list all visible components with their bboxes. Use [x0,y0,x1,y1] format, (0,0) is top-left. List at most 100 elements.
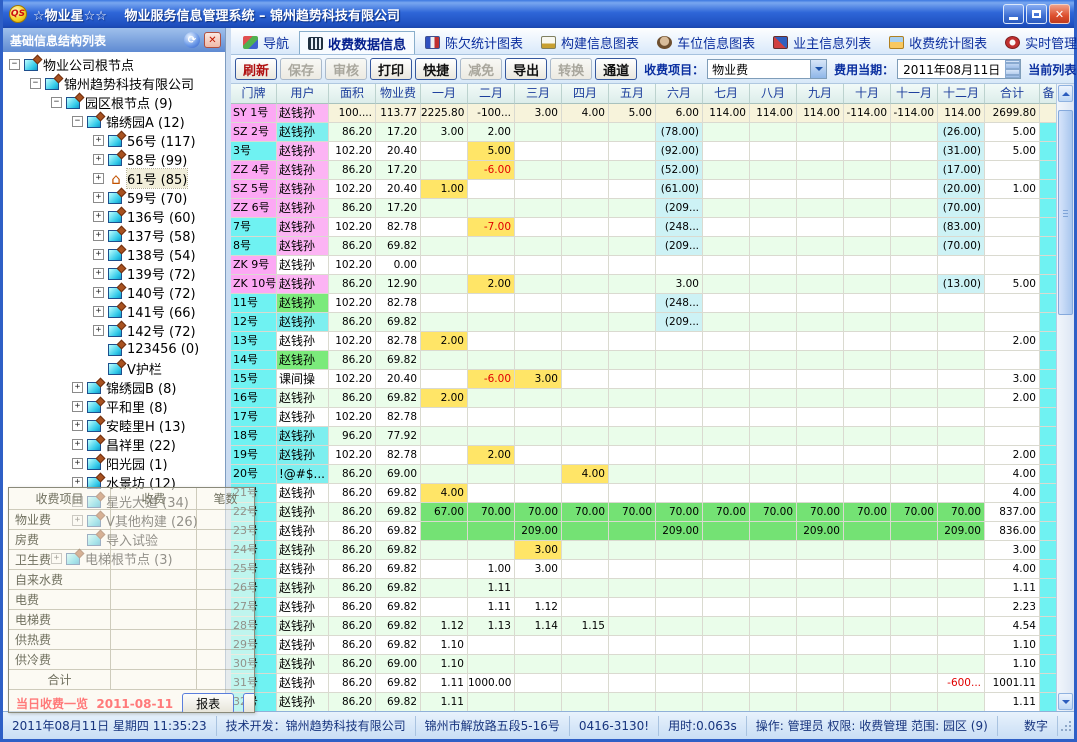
month-4-cell[interactable] [562,370,609,389]
maximize-button[interactable] [1026,4,1047,24]
month-1-cell[interactable]: 1.10 [421,655,468,674]
month-9-cell[interactable] [797,655,844,674]
month-8-cell[interactable] [750,123,797,142]
month-7-cell[interactable] [703,522,750,541]
month-11-cell[interactable] [891,427,938,446]
plate-cell[interactable]: SZ 5号 [231,180,277,199]
month-1-cell[interactable] [421,465,468,484]
month-3-cell[interactable] [515,313,562,332]
column-header-六月[interactable]: 六月 [656,84,703,104]
month-8-cell[interactable] [750,370,797,389]
remark-cell[interactable] [1040,617,1056,636]
month-12-cell[interactable] [938,560,985,579]
area-cell[interactable]: 86.20 [329,503,376,522]
month-5-cell[interactable] [609,522,656,541]
month-11-cell[interactable] [891,294,938,313]
month-4-cell[interactable]: 70.00 [562,503,609,522]
month-5-cell[interactable] [609,370,656,389]
month-5-cell[interactable] [609,123,656,142]
month-9-cell[interactable] [797,370,844,389]
month-1-cell[interactable]: 2.00 [421,332,468,351]
month-10-cell[interactable] [844,655,891,674]
total-cell[interactable] [985,408,1040,427]
month-7-cell[interactable] [703,389,750,408]
month-8-cell[interactable] [750,465,797,484]
tree-item[interactable]: +⌂61号 (85) [3,169,225,188]
month-12-cell[interactable]: (26.00) [938,123,985,142]
month-6-cell[interactable] [656,484,703,503]
total-cell[interactable]: 1.11 [985,579,1040,598]
month-8-cell[interactable] [750,294,797,313]
month-5-cell[interactable]: 5.00 [609,104,656,123]
remark-cell[interactable] [1040,446,1056,465]
month-9-cell[interactable] [797,617,844,636]
month-6-cell[interactable] [656,446,703,465]
month-3-cell[interactable]: 3.00 [515,370,562,389]
total-cell[interactable]: 5.00 [985,275,1040,294]
month-4-cell[interactable]: 4.00 [562,104,609,123]
total-cell[interactable]: 836.00 [985,522,1040,541]
month-8-cell[interactable] [750,237,797,256]
tree-item[interactable]: +58号 (99) [3,150,225,169]
month-1-cell[interactable]: 1.11 [421,674,468,693]
month-2-cell[interactable] [468,313,515,332]
month-10-cell[interactable] [844,484,891,503]
table-row[interactable]: SZ 5号赵钱孙102.2020.401.00(61.00)(20.00)1.0… [231,180,1056,199]
month-10-cell[interactable] [844,199,891,218]
month-12-cell[interactable] [938,313,985,332]
table-row[interactable]: 32号赵钱孙86.2069.821.111.11 [231,693,1056,711]
month-5-cell[interactable] [609,256,656,275]
month-6-cell[interactable] [656,579,703,598]
fee-cell[interactable]: 69.82 [376,503,421,522]
user-cell[interactable]: 赵钱孙 [277,294,329,313]
month-1-cell[interactable] [421,275,468,294]
month-10-cell[interactable] [844,598,891,617]
table-row[interactable]: 15号课间操102.2020.40-6.003.003.00 [231,370,1056,389]
area-cell[interactable]: 102.20 [329,294,376,313]
user-cell[interactable]: 赵钱孙 [277,237,329,256]
month-10-cell[interactable] [844,636,891,655]
month-7-cell[interactable] [703,370,750,389]
fee-cell[interactable]: 69.82 [376,598,421,617]
month-10-cell[interactable] [844,142,891,161]
month-2-cell[interactable] [468,427,515,446]
tree-item[interactable]: +安睦里H (13) [3,416,225,435]
month-2-cell[interactable]: 2.00 [468,275,515,294]
fee-cell[interactable]: 17.20 [376,199,421,218]
table-row[interactable]: 25号赵钱孙86.2069.821.003.004.00 [231,560,1056,579]
month-7-cell[interactable] [703,237,750,256]
toolbar-button-刷新[interactable]: 刷新 [235,58,277,80]
month-10-cell[interactable] [844,522,891,541]
column-header-十月[interactable]: 十月 [844,84,891,104]
area-cell[interactable]: 86.20 [329,674,376,693]
user-cell[interactable]: 赵钱孙 [277,142,329,161]
user-cell[interactable]: 赵钱孙 [277,408,329,427]
month-2-cell[interactable]: 1.00 [468,560,515,579]
area-cell[interactable]: 102.20 [329,218,376,237]
user-cell[interactable]: 赵钱孙 [277,199,329,218]
month-12-cell[interactable]: (31.00) [938,142,985,161]
month-5-cell[interactable] [609,655,656,674]
plate-cell[interactable]: 13号 [231,332,277,351]
plate-cell[interactable]: 19号 [231,446,277,465]
tab-feestats[interactable]: 收费统计图表 [881,31,995,54]
month-11-cell[interactable] [891,237,938,256]
remark-cell[interactable] [1040,541,1056,560]
fee-cell[interactable]: 0.00 [376,256,421,275]
tree-item[interactable]: V护栏 [3,359,225,378]
user-cell[interactable]: 赵钱孙 [277,541,329,560]
remark-cell[interactable] [1040,522,1056,541]
area-cell[interactable]: 86.20 [329,275,376,294]
month-5-cell[interactable] [609,313,656,332]
remark-cell[interactable] [1040,655,1056,674]
table-row[interactable]: 12号赵钱孙86.2069.82(209... [231,313,1056,332]
month-3-cell[interactable] [515,674,562,693]
total-cell[interactable] [985,218,1040,237]
month-4-cell[interactable] [562,522,609,541]
table-row[interactable]: 16号赵钱孙86.2069.822.002.00 [231,389,1056,408]
total-cell[interactable]: 1.00 [985,180,1040,199]
month-9-cell[interactable] [797,579,844,598]
tab-realtime[interactable]: 实时管理信息 [997,31,1077,54]
area-cell[interactable]: 102.20 [329,256,376,275]
tree-item[interactable]: −物业公司根节点 [3,55,225,74]
